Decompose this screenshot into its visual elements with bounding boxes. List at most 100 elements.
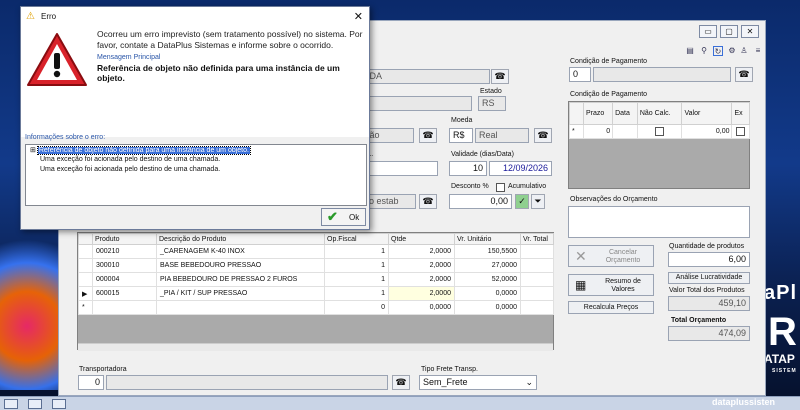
ok-button[interactable]: ✔ Ok <box>321 208 366 226</box>
cell-vunit[interactable]: 150,5500 <box>454 244 521 259</box>
cell-descricao[interactable] <box>156 300 325 315</box>
cell-descricao[interactable]: _CARENAGEM K-40 INOX <box>156 244 325 259</box>
close-icon[interactable]: ✕ <box>354 10 363 23</box>
settings-icon[interactable]: ⚙ <box>727 46 737 56</box>
ex-checkbox[interactable] <box>736 127 746 136</box>
cell-qtde[interactable]: 0,0000 <box>388 300 455 315</box>
cell-vtotal[interactable] <box>520 300 554 315</box>
qtd-produtos-field: 6,00 <box>668 252 750 267</box>
cell-descricao[interactable]: BASE BEBEDOURO PRESSAO <box>156 258 325 273</box>
city-field[interactable] <box>360 96 472 111</box>
observation-field[interactable] <box>360 161 438 176</box>
cell-vunit[interactable]: 0,0000 <box>454 286 521 301</box>
table-row[interactable]: 000004 PIA BEBEDOURO DE PRESSAO 2 FUROS … <box>78 272 554 287</box>
estado-field[interactable]: RS <box>478 96 506 111</box>
cell-qtde[interactable]: 2,0000 <box>388 258 455 273</box>
recalcula-precos-button[interactable]: Recalcula Preços <box>568 301 654 314</box>
validade-dias-field[interactable]: 10 <box>449 161 487 176</box>
pay-cell-data[interactable] <box>612 124 638 139</box>
cell-qtde[interactable]: 2,0000 <box>388 272 455 287</box>
transportadora-name-field[interactable] <box>106 375 388 390</box>
cell-produto[interactable]: 000210 <box>92 244 157 259</box>
moeda-code-field[interactable]: R$ <box>449 128 473 143</box>
condicao-desc-field[interactable] <box>593 67 731 82</box>
acumulativo-checkbox[interactable] <box>496 183 505 192</box>
total-orcamento-field: 474,09 <box>668 326 750 341</box>
cell-qtde[interactable]: 2,0000 <box>388 286 455 301</box>
moeda-name-field[interactable]: Real <box>475 128 529 143</box>
analise-lucratividade-button[interactable]: Análise Lucratividade <box>668 272 750 284</box>
cell-descricao[interactable]: _PIA / KIT / SUP PRESSAO <box>156 286 325 301</box>
validade-data-field[interactable]: 12/09/2026 <box>489 161 552 176</box>
taskbar-button-2[interactable] <box>28 399 42 409</box>
pay-cell-ex[interactable] <box>731 124 750 139</box>
transportadora-field[interactable]: 0 <box>78 375 104 390</box>
transportadora-label: Transportadora <box>79 366 127 373</box>
apply-discount-icon[interactable]: ✓ <box>515 194 529 209</box>
naocalc-checkbox[interactable] <box>655 127 665 136</box>
error-details-tree[interactable]: ⊞ Referência de objeto não definida para… <box>25 144 367 206</box>
frete-select[interactable]: Sem_Frete ⌄ <box>419 375 537 390</box>
pay-row[interactable]: * 0 0,00 <box>569 124 750 139</box>
minimize-button[interactable]: ▭ <box>699 25 717 38</box>
row-marker: * <box>78 300 93 315</box>
menu-icon[interactable]: ≡ <box>753 46 763 56</box>
pay-cell-prazo[interactable]: 0 <box>582 124 614 139</box>
pay-cell-naocalc[interactable] <box>636 124 683 139</box>
print-icon[interactable]: ▤ <box>685 46 695 56</box>
cell-produto[interactable]: 000004 <box>92 272 157 287</box>
table-row[interactable]: 000210 _CARENAGEM K-40 INOX 1 2,0000 150… <box>78 244 554 259</box>
cell-produto[interactable]: 600015 <box>92 286 157 301</box>
maximize-button[interactable]: ▢ <box>720 25 738 38</box>
refresh-icon[interactable]: ↻ <box>713 46 723 56</box>
warning-small-icon: ⚠ <box>26 11 35 22</box>
pay-cell-valor[interactable]: 0,00 <box>681 124 733 139</box>
table-row[interactable]: ▶ 600015 _PIA / KIT / SUP PRESSAO 1 2,00… <box>78 286 554 301</box>
cell-opfiscal[interactable]: 0 <box>324 300 389 315</box>
taskbar-button-3[interactable] <box>52 399 66 409</box>
cell-produto[interactable]: 300010 <box>92 258 157 273</box>
cell-vtotal[interactable] <box>520 258 554 273</box>
tree-expand-icon[interactable]: ⊞ <box>30 147 36 154</box>
cell-produto[interactable] <box>92 300 157 315</box>
seller-lookup-button[interactable]: ☎ <box>419 128 437 143</box>
close-button[interactable]: ✕ <box>741 25 759 38</box>
cell-vtotal[interactable] <box>520 244 554 259</box>
condicao-field[interactable]: 0 <box>569 67 591 82</box>
cell-opfiscal[interactable]: 1 <box>324 244 389 259</box>
row-marker <box>78 244 93 259</box>
tree-item[interactable]: Uma exceção foi acionada pelo destino de… <box>40 156 220 163</box>
cell-vtotal[interactable] <box>520 272 554 287</box>
cell-vunit[interactable]: 27,0000 <box>454 258 521 273</box>
observacoes-field[interactable] <box>568 206 750 238</box>
grid-header-vunit: Vr. Unitário <box>454 233 521 245</box>
table-row[interactable]: 300010 BASE BEBEDOURO PRESSAO 1 2,0000 2… <box>78 258 554 273</box>
user-icon[interactable]: ♙ <box>739 46 749 56</box>
dialog-titlebar: ⚠ Erro ✕ <box>21 7 369 27</box>
estab-lookup-button[interactable]: ☎ <box>419 194 437 209</box>
cell-descricao[interactable]: PIA BEBEDOURO DE PRESSAO 2 FUROS <box>156 272 325 287</box>
transportadora-lookup-button[interactable]: ☎ <box>392 375 410 390</box>
table-row[interactable]: * 0 0,0000 0,0000 <box>78 300 554 315</box>
cell-opfiscal[interactable]: 1 <box>324 272 389 287</box>
condicao-lookup-button[interactable]: ☎ <box>735 67 753 82</box>
cancelar-orcamento-button[interactable]: ✕ Cancelar Orçamento <box>568 245 654 267</box>
filter-icon[interactable]: ⏷ <box>531 194 545 209</box>
cell-opfiscal[interactable]: 1 <box>324 286 389 301</box>
cell-vunit[interactable]: 52,0000 <box>454 272 521 287</box>
pay-header-data: Data <box>612 102 638 125</box>
tree-item[interactable]: ⊞ Referência de objeto não definida para… <box>30 146 251 155</box>
moeda-lookup-button[interactable]: ☎ <box>534 128 552 143</box>
cell-qtde[interactable]: 2,0000 <box>388 244 455 259</box>
taskbar-button-1[interactable] <box>4 399 18 409</box>
cell-vtotal[interactable] <box>520 286 554 301</box>
client-name-field[interactable]: TDA <box>360 69 490 84</box>
search-icon[interactable]: ⚲ <box>699 46 709 56</box>
tree-item[interactable]: Uma exceção foi acionada pelo destino de… <box>40 166 220 173</box>
cell-opfiscal[interactable]: 1 <box>324 258 389 273</box>
cell-vunit[interactable]: 0,0000 <box>454 300 521 315</box>
client-lookup-button[interactable]: ☎ <box>491 69 509 84</box>
grid-horizontal-scrollbar[interactable] <box>78 343 553 351</box>
resumo-valores-button[interactable]: ▦ Resumo de Valores <box>568 274 654 296</box>
desconto-field[interactable]: 0,00 <box>449 194 512 209</box>
